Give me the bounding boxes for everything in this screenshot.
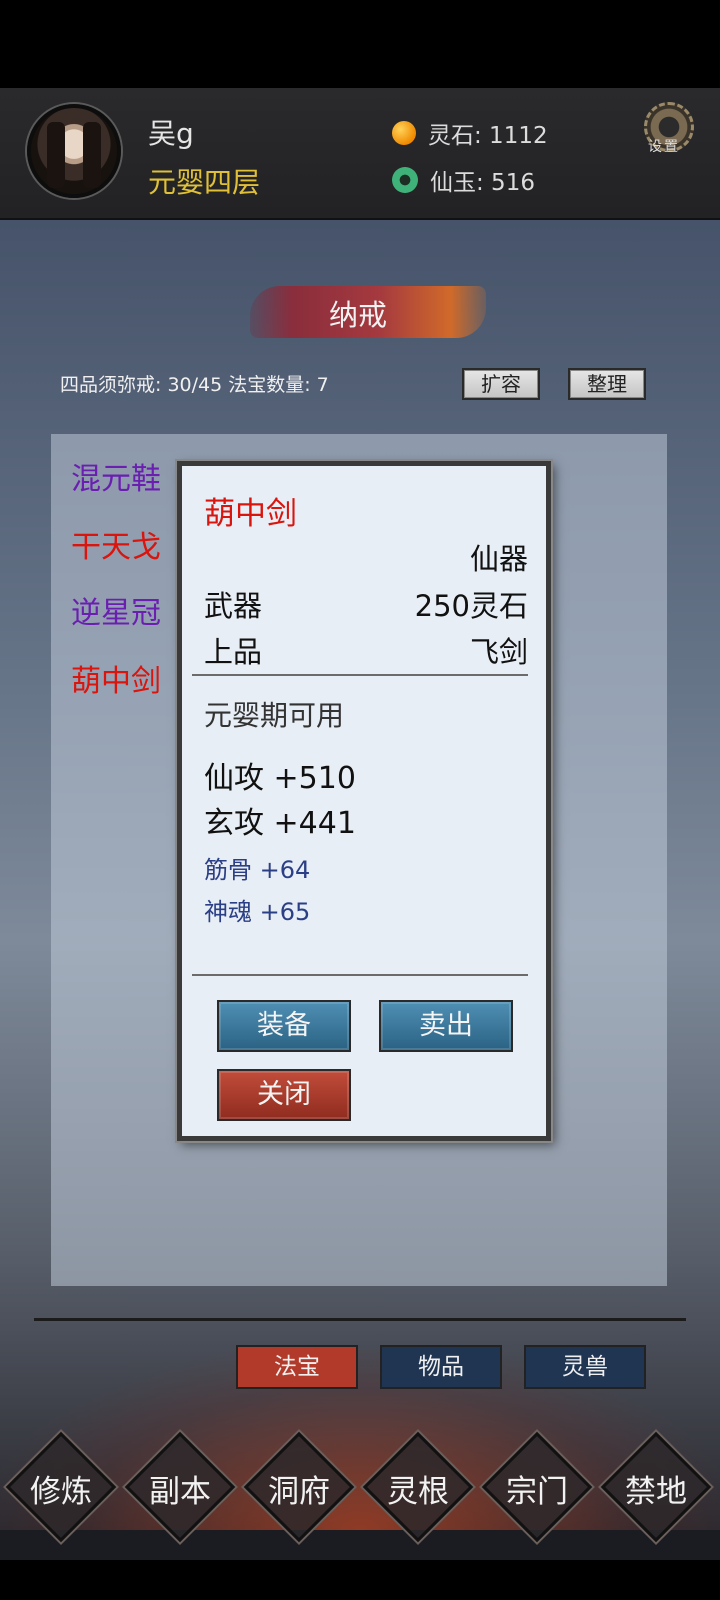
page-title: 纳戒 <box>328 298 387 332</box>
nav-label: 修炼 <box>30 1474 92 1510</box>
sell-button[interactable]: 卖出 <box>379 1000 513 1052</box>
item-attr: 仙攻 +510 <box>204 761 356 796</box>
close-button[interactable]: 关闭 <box>217 1069 351 1121</box>
tab-treasures[interactable]: 法宝 <box>236 1345 358 1389</box>
player-header: 吴g 元婴四层 灵石: 1112 仙玉: 516 设置 <box>0 88 720 220</box>
nav-cultivate[interactable]: 修炼 <box>2 1428 120 1546</box>
spirit-stone-counter: 灵石: 1112 <box>392 116 548 150</box>
nav-forbidden[interactable]: 禁地 <box>597 1428 715 1546</box>
item-attr: 玄攻 +441 <box>204 806 356 841</box>
separator-line <box>34 1318 686 1321</box>
list-item[interactable]: 混元鞋 <box>71 454 161 498</box>
item-quality: 上品 <box>204 635 263 669</box>
list-item[interactable]: 葫中剑 <box>71 656 161 700</box>
equip-button[interactable]: 装备 <box>217 1000 351 1052</box>
player-realm: 元婴四层 <box>148 166 261 199</box>
nav-label: 禁地 <box>625 1474 687 1510</box>
nav-label: 洞府 <box>268 1474 330 1510</box>
status-bar-area <box>0 0 720 88</box>
nav-cave[interactable]: 洞府 <box>240 1428 358 1546</box>
item-type: 武器 <box>204 589 263 623</box>
player-name: 吴g <box>148 117 194 150</box>
expand-button[interactable]: 扩容 <box>462 368 540 400</box>
item-grade: 仙器 <box>469 542 528 576</box>
item-sub-attr: 筋骨 +64 <box>204 856 311 884</box>
avatar-hair-right <box>83 122 101 188</box>
immortal-jade-label: 仙玉: 516 <box>430 170 535 196</box>
nav-dungeon[interactable]: 副本 <box>121 1428 239 1546</box>
bottom-nav: 修炼 副本 洞府 灵根 宗门 禁地 <box>0 1420 720 1560</box>
item-sub-attr: 神魂 +65 <box>204 898 311 926</box>
immortal-jade-counter: 仙玉: 516 <box>392 163 535 197</box>
spirit-stone-label: 灵石: 1112 <box>428 123 548 149</box>
item-detail-dialog: 葫中剑 仙器 武器 250灵石 上品 飞剑 元婴期可用 仙攻 +510 玄攻 +… <box>177 461 551 1141</box>
tab-spirit-beasts[interactable]: 灵兽 <box>524 1345 646 1389</box>
spirit-stone-icon <box>392 121 416 145</box>
item-quality-row: 上品 飞剑 <box>204 629 528 671</box>
list-item[interactable]: 干天戈 <box>71 522 161 566</box>
item-category: 飞剑 <box>469 635 528 669</box>
list-item[interactable]: 逆星冠 <box>71 588 161 632</box>
sort-button[interactable]: 整理 <box>568 368 646 400</box>
divider <box>192 974 528 976</box>
item-type-row: 武器 250灵石 <box>204 583 528 625</box>
storage-stats: 四品须弥戒: 30/45 法宝数量: 7 <box>60 374 329 396</box>
tab-items[interactable]: 物品 <box>380 1345 502 1389</box>
item-price: 250灵石 <box>414 589 528 623</box>
settings-label: 设置 <box>648 139 680 155</box>
nav-sect[interactable]: 宗门 <box>478 1428 596 1546</box>
bottom-bar-area <box>0 1560 720 1600</box>
nav-spirit-root[interactable]: 灵根 <box>359 1428 477 1546</box>
avatar-hair-left <box>47 122 65 188</box>
nav-label: 灵根 <box>387 1474 449 1510</box>
nav-label: 副本 <box>149 1474 211 1510</box>
item-requirement: 元婴期可用 <box>204 699 345 732</box>
divider <box>192 674 528 676</box>
item-title: 葫中剑 <box>204 496 297 532</box>
nav-label: 宗门 <box>506 1474 568 1510</box>
immortal-jade-icon <box>392 167 418 193</box>
player-avatar[interactable] <box>27 104 121 198</box>
